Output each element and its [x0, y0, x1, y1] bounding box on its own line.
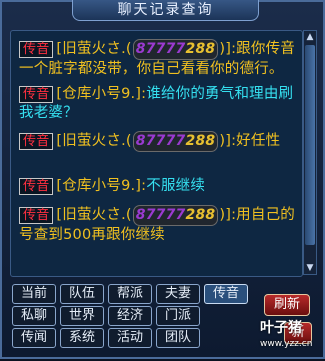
message-text: 不服继续 — [146, 178, 206, 194]
sender-name[interactable]: [仓库小号9.]: — [56, 178, 146, 194]
tab-private[interactable]: 私聊 — [12, 306, 56, 326]
chat-history-window: 聊天记录查询 传音 [旧萤火さ.(87777288)]:跟你传音一个脏字都没带，你… — [0, 0, 325, 359]
tab-whisper[interactable]: 传音 — [204, 284, 248, 304]
channel-tag: 传音 — [19, 133, 54, 150]
chat-message: 传音 [仓库小号9.]:不服继续 — [19, 177, 299, 196]
watermark-logo: 叶子猪 — [260, 320, 302, 336]
chat-message: 传音 [仓库小号9.]:谁给你的勇气和理由刷我老婆？ — [19, 85, 299, 123]
chat-message: 传音 [旧萤火さ.(87777288)]:用自己的号查到500再跟你继续 — [19, 205, 295, 243]
player-id-badge: 87777288 — [132, 205, 219, 226]
sender-name[interactable]: [仓库小号9.]: — [56, 86, 146, 102]
tab-group[interactable]: 团队 — [156, 328, 200, 348]
tab-spouse[interactable]: 夫妻 — [156, 284, 200, 304]
tab-current[interactable]: 当前 — [12, 284, 56, 304]
site-watermark: 叶子猪 www.yzz.cn — [260, 320, 325, 361]
chat-message: 传音 [旧萤火さ.(87777288)]:好任性 — [19, 131, 299, 152]
tab-activity[interactable]: 活动 — [108, 328, 152, 348]
channel-tag: 传音 — [19, 207, 54, 224]
watermark-url: www.yzz.cn — [260, 339, 313, 349]
message-text: 好任性 — [236, 133, 281, 149]
tab-rumor[interactable]: 传闻 — [12, 328, 56, 348]
tab-economy[interactable]: 经济 — [108, 306, 152, 326]
channel-tag: 传音 — [19, 178, 54, 195]
refresh-button[interactable]: 刷新 — [264, 294, 310, 316]
sender-name[interactable]: [旧萤火さ. — [56, 133, 125, 149]
window-title: 聊天记录查询 — [72, 0, 259, 21]
player-id-badge: 87777288 — [132, 131, 219, 152]
scroll-up-icon[interactable]: ▲ — [304, 31, 316, 43]
tab-guild[interactable]: 帮派 — [108, 284, 152, 304]
tab-team[interactable]: 队伍 — [60, 284, 104, 304]
player-id-badge: 87777288 — [132, 39, 219, 60]
chat-message: 传音 [旧萤火さ.(87777288)]:跟你传音一个脏字都没带，你自己看看你的德… — [19, 39, 295, 77]
scroll-down-icon[interactable]: ▼ — [304, 262, 316, 274]
tab-world[interactable]: 世界 — [60, 306, 104, 326]
tab-sect[interactable]: 门派 — [156, 306, 200, 326]
chat-scrollbar[interactable]: ▲ ▼ — [303, 30, 317, 275]
tab-system[interactable]: 系统 — [60, 328, 104, 348]
scroll-thumb[interactable] — [305, 45, 315, 245]
channel-tag: 传音 — [19, 86, 54, 103]
sender-name[interactable]: [旧萤火さ. — [56, 41, 125, 57]
chat-log: 传音 [旧萤火さ.(87777288)]:跟你传音一个脏字都没带，你自己看看你的德… — [10, 30, 303, 277]
sender-name[interactable]: [旧萤火さ. — [56, 207, 125, 223]
channel-tag: 传音 — [19, 41, 54, 58]
